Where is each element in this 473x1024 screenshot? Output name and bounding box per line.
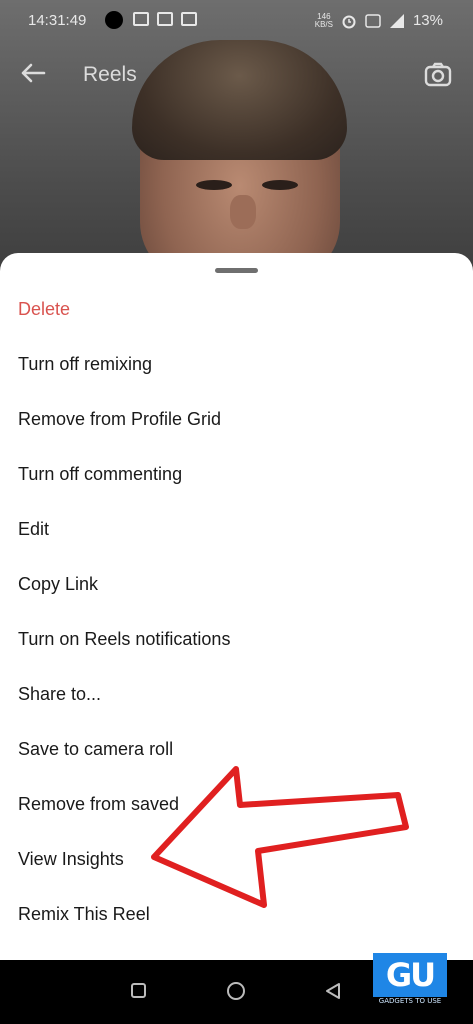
recent-apps-button[interactable]: [131, 983, 146, 998]
menu-item-share-to[interactable]: Share to...: [18, 674, 458, 714]
menu-item-copy-link[interactable]: Copy Link: [18, 564, 458, 604]
right-eye: [262, 180, 298, 190]
menu-item-reels-notifications[interactable]: Turn on Reels notifications: [18, 619, 458, 659]
image-icon: [133, 12, 149, 26]
left-eye: [196, 180, 232, 190]
battery-percent: 13%: [412, 12, 443, 29]
alarm-icon: [342, 15, 356, 28]
signal-icon: [389, 13, 404, 28]
menu-item-edit[interactable]: Edit: [18, 509, 458, 549]
calendar-icon: [181, 12, 197, 26]
bottom-sheet: Delete Turn off remixing Remove from Pro…: [0, 253, 473, 960]
home-button[interactable]: [227, 982, 245, 1000]
net-speed: 146 KB/S: [314, 11, 333, 29]
notification-dot-icon: [105, 11, 123, 29]
status-right: 146 KB/S 13%: [315, 12, 443, 29]
menu-item-turn-off-commenting[interactable]: Turn off commenting: [18, 454, 458, 494]
menu-item-remove-from-saved[interactable]: Remove from saved: [18, 784, 458, 824]
menu-item-view-insights[interactable]: View Insights: [18, 839, 458, 879]
menu-item-save-to-camera-roll[interactable]: Save to camera roll: [18, 729, 458, 769]
camera-icon[interactable]: [423, 60, 453, 90]
volte-icon: [365, 13, 381, 28]
sheet-handle[interactable]: [215, 268, 258, 273]
topbar: Reels: [0, 50, 473, 100]
logo-mark: GU: [373, 953, 447, 997]
menu-item-remix-this-reel[interactable]: Remix This Reel: [18, 894, 458, 934]
page-title: Reels: [83, 63, 137, 86]
status-time: 14:31:49: [28, 12, 87, 29]
gallery-icon: [157, 12, 173, 26]
menu-item-remove-from-profile-grid[interactable]: Remove from Profile Grid: [18, 399, 458, 439]
gadgets-to-use-logo: GU GADGETS TO USE: [373, 953, 447, 1011]
status-bar: 14:31:49 146 KB/S 13%: [0, 0, 473, 42]
back-triangle-icon[interactable]: [324, 982, 342, 1000]
logo-tagline: GADGETS TO USE: [378, 997, 442, 1005]
menu-item-turn-off-remixing[interactable]: Turn off remixing: [18, 344, 458, 384]
nose: [230, 195, 256, 229]
back-arrow-icon[interactable]: [18, 58, 48, 88]
menu-item-delete[interactable]: Delete: [18, 289, 458, 329]
